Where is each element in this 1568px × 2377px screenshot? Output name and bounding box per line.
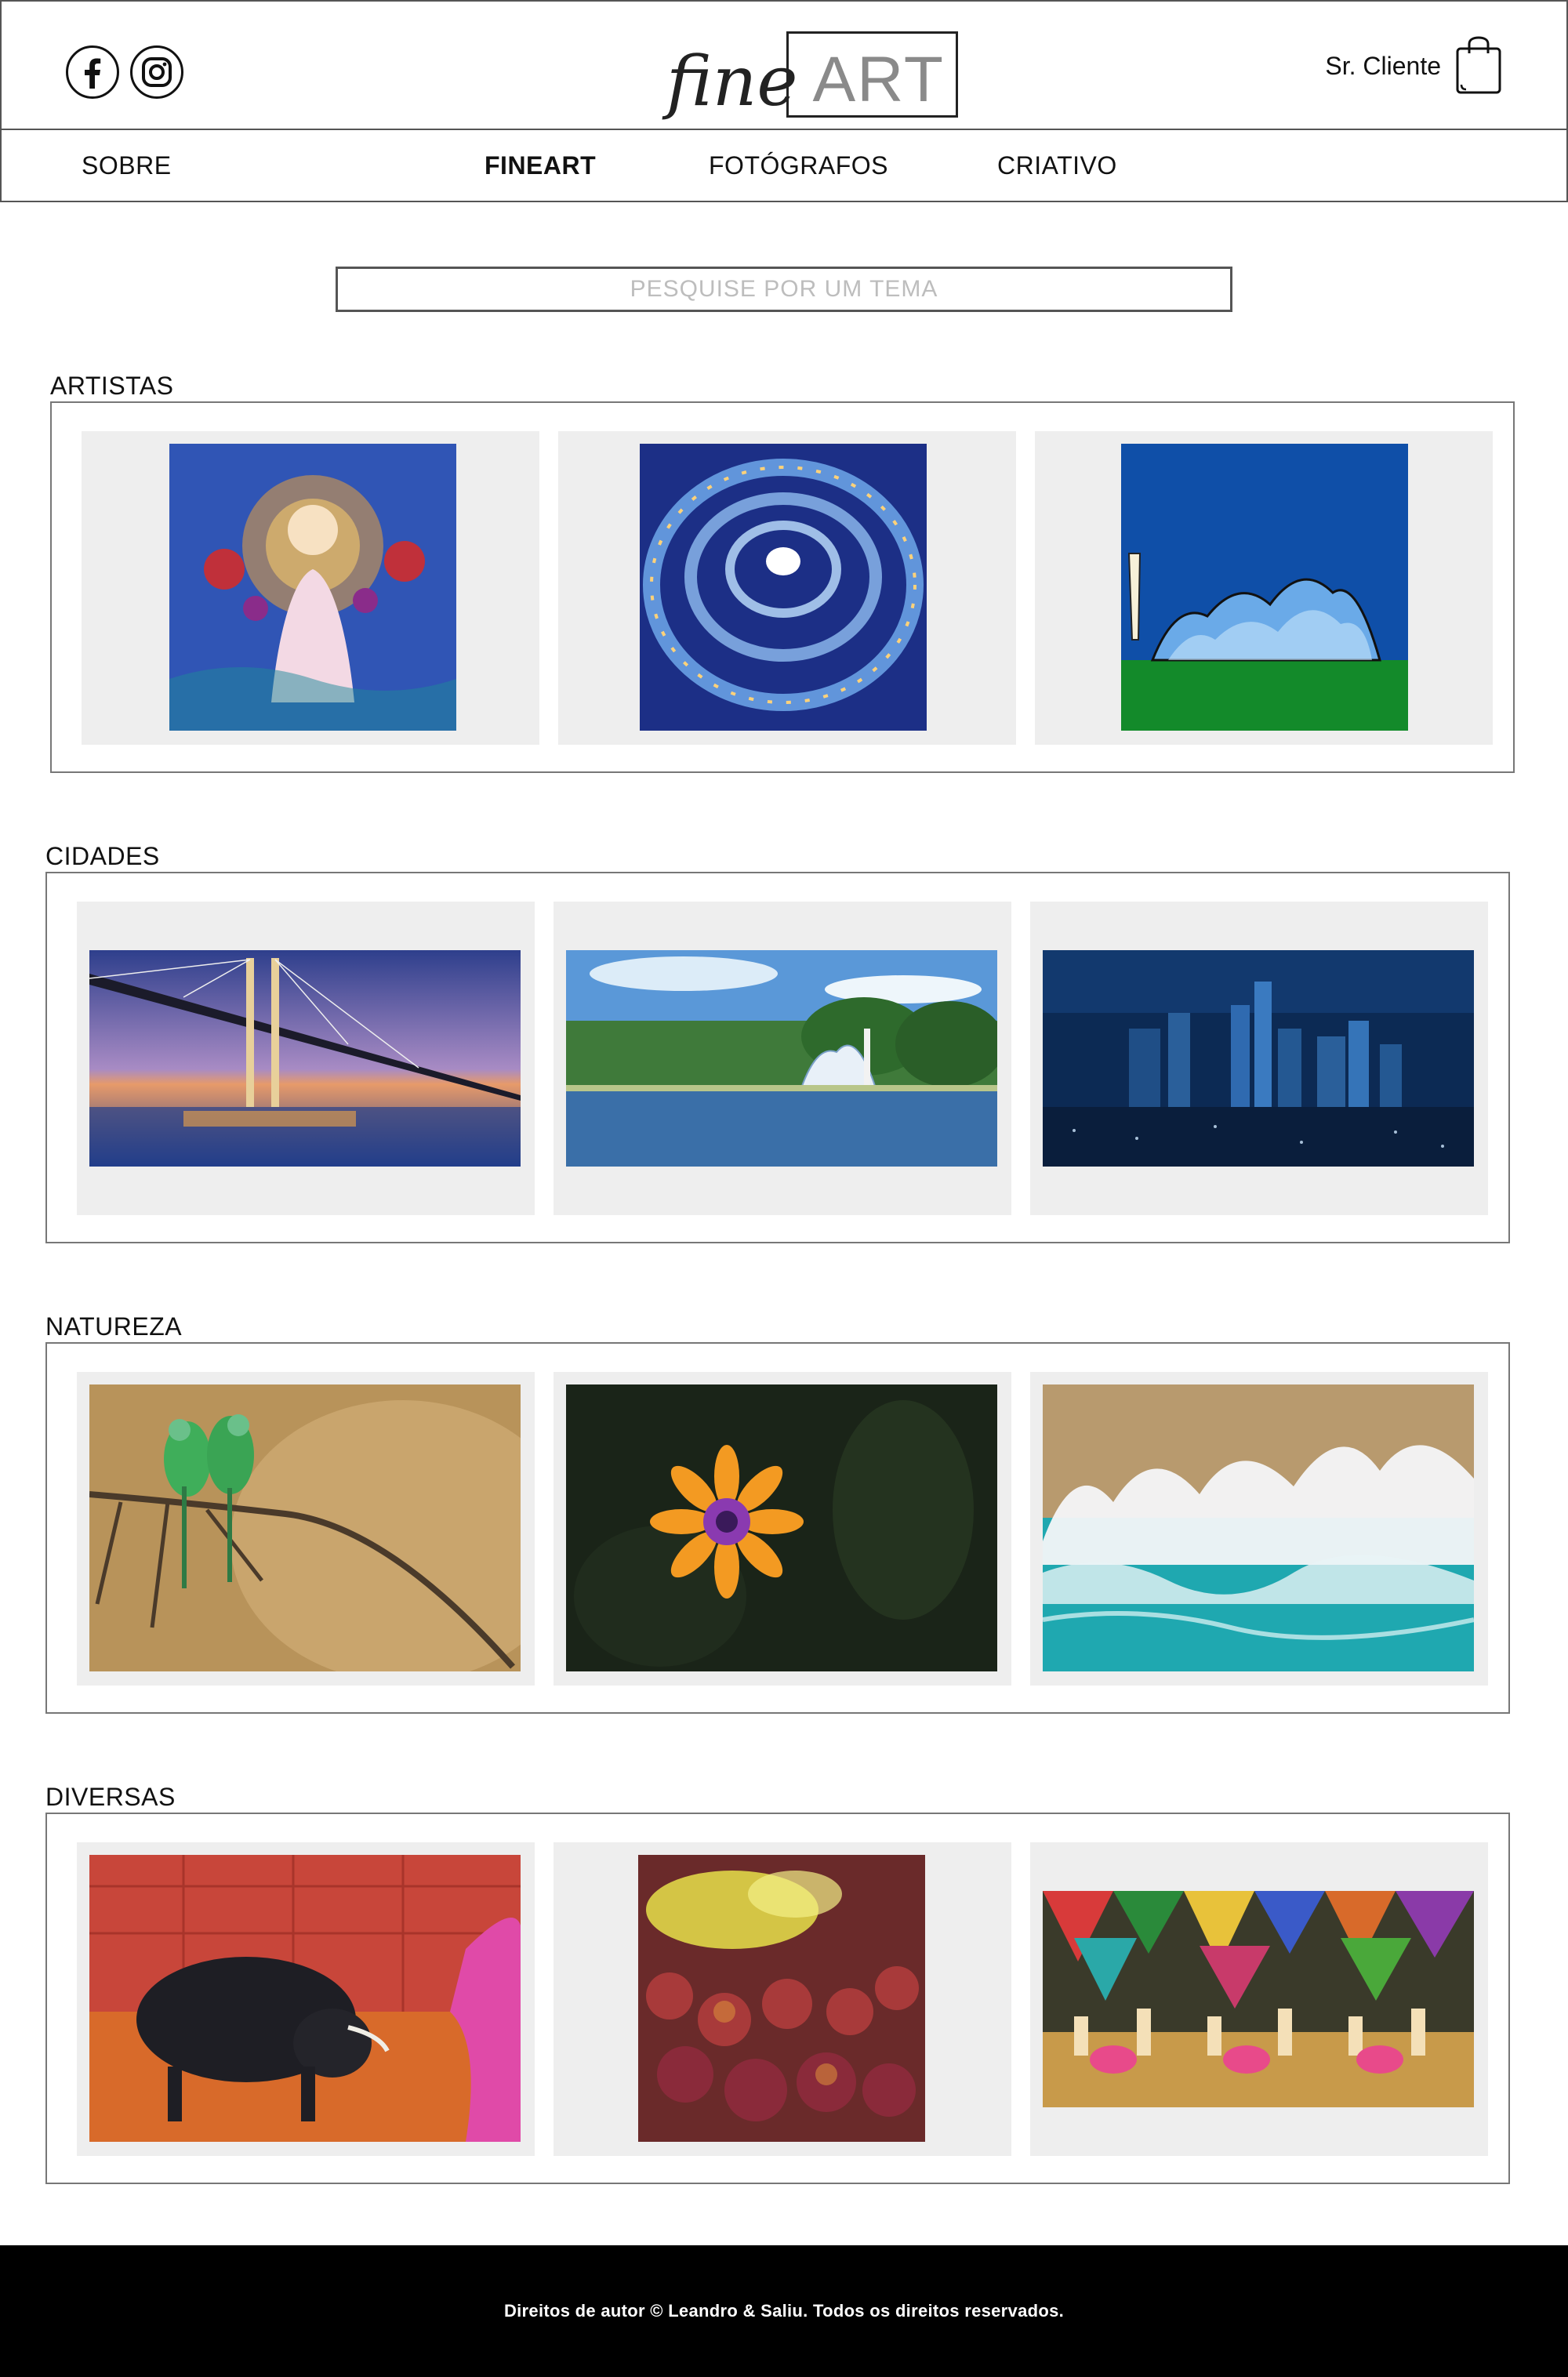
section-natureza — [45, 1342, 1510, 1714]
nav-item-fineart[interactable]: FINEART — [485, 130, 596, 201]
logo-art-text: ART — [786, 31, 958, 118]
color-festival-image[interactable] — [638, 1855, 925, 2142]
church-illustration-image[interactable] — [1121, 444, 1408, 731]
nav-item-sobre[interactable]: SOBRE — [82, 130, 172, 201]
nav-item-fotografos[interactable]: FOTÓGRAFOS — [709, 130, 888, 201]
gallery-card[interactable] — [554, 1842, 1011, 2156]
birds-branch-image[interactable] — [89, 1384, 521, 1671]
gallery-card[interactable] — [1030, 902, 1488, 1215]
gallery-card[interactable] — [77, 1372, 535, 1686]
city-night-image[interactable] — [1043, 950, 1474, 1167]
gallery-card[interactable] — [558, 431, 1016, 745]
section-cidades — [45, 872, 1510, 1243]
footer-copyright: Direitos de autor © Leandro & Saliu. Tod… — [503, 2301, 1065, 2321]
section-title-artistas: ARTISTAS — [50, 372, 174, 400]
gallery-card[interactable] — [1030, 1842, 1488, 2156]
section-title-cidades: CIDADES — [45, 842, 160, 870]
ocean-waves-image[interactable] — [1043, 1384, 1474, 1671]
site-logo[interactable]: fine ART — [666, 27, 958, 118]
gallery-card[interactable] — [77, 1842, 535, 2156]
bullfight-image[interactable] — [89, 1855, 521, 2142]
section-artistas — [50, 401, 1515, 773]
instagram-icon[interactable] — [130, 45, 183, 99]
section-title-natureza: NATUREZA — [45, 1312, 183, 1341]
gallery-card[interactable] — [82, 431, 539, 745]
main-navigation: SOBRE FINEART FOTÓGRAFOS CRIATIVO — [0, 129, 1568, 202]
gallery-card[interactable] — [554, 902, 1011, 1215]
site-footer: Direitos de autor © Leandro & Saliu. Tod… — [0, 2245, 1568, 2377]
gallery-card[interactable] — [1035, 431, 1493, 745]
social-links — [66, 45, 183, 99]
facebook-icon[interactable] — [66, 45, 119, 99]
orange-flower-image[interactable] — [566, 1384, 997, 1671]
gallery-card[interactable] — [1030, 1372, 1488, 1686]
logo-fine-text: fine — [666, 41, 798, 122]
search-input[interactable]: PESQUISE POR UM TEMA — [336, 267, 1232, 312]
site-header: fine ART Sr. Cliente — [0, 0, 1568, 130]
lake-church-image[interactable] — [566, 950, 997, 1167]
gallery-card[interactable] — [554, 1372, 1011, 1686]
spiral-painting-image[interactable] — [640, 444, 927, 731]
section-diversas — [45, 1813, 1510, 2184]
client-account[interactable]: Sr. Cliente — [1325, 36, 1502, 96]
bridge-sunset-image[interactable] — [89, 950, 521, 1167]
festa-junina-image[interactable] — [1043, 1891, 1474, 2107]
madonna-painting-image[interactable] — [169, 444, 456, 731]
nav-item-criativo[interactable]: CRIATIVO — [997, 130, 1117, 201]
section-title-diversas: DIVERSAS — [45, 1783, 176, 1811]
shopping-bag-icon[interactable] — [1455, 36, 1502, 96]
client-name[interactable]: Sr. Cliente — [1325, 52, 1441, 81]
gallery-card[interactable] — [77, 902, 535, 1215]
